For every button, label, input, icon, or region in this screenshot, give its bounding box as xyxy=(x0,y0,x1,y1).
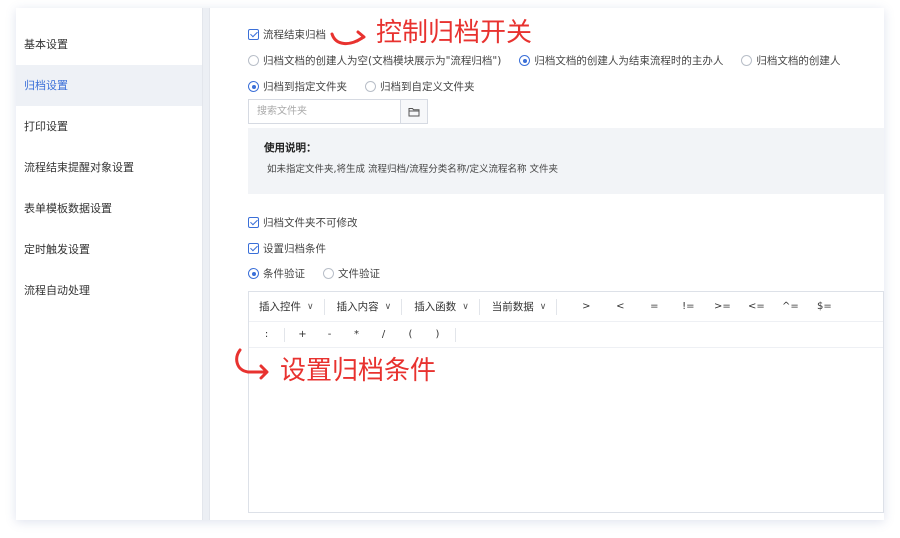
radio-icon xyxy=(741,55,753,66)
checkbox-icon xyxy=(248,243,259,254)
folder-option-custom[interactable]: 归档到自定义文件夹 xyxy=(365,79,475,94)
curved-arrow-icon xyxy=(330,30,366,45)
verify-option-file-label: 文件验证 xyxy=(338,268,380,280)
operator-open-paren[interactable]: ( xyxy=(397,329,424,340)
operator-eq[interactable]: = xyxy=(637,301,671,312)
operator-minus[interactable]: - xyxy=(316,329,343,340)
folder-search xyxy=(248,99,428,124)
folder-search-input[interactable] xyxy=(248,99,400,124)
editor-toolbar-secondary: : + - * / ( ) xyxy=(249,322,883,348)
operator-lt[interactable]: < xyxy=(603,301,637,312)
sidebar-item-timed-trigger[interactable]: 定时触发设置 xyxy=(16,229,202,270)
end-archive-checkbox[interactable]: 流程结束归档 xyxy=(248,27,326,42)
radio-icon xyxy=(519,55,531,66)
condition-editor: 插入控件 ∨ 插入内容 ∨ 插入函数 ∨ 当前数据 ∨ > < = != >= … xyxy=(248,291,884,513)
archive-condition-label: 设置归档条件 xyxy=(263,243,326,255)
insert-function-label: 插入函数 xyxy=(414,301,457,313)
panel-divider xyxy=(202,8,210,520)
sidebar-item-archive[interactable]: 归档设置 xyxy=(16,65,202,106)
archive-condition-row: 设置归档条件 xyxy=(248,241,344,256)
sidebar-item-form-template-data[interactable]: 表单模板数据设置 xyxy=(16,188,202,229)
insert-content-label: 插入内容 xyxy=(336,301,379,313)
insert-function-dropdown[interactable]: 插入函数 ∨ xyxy=(414,298,480,315)
radio-icon xyxy=(248,55,259,66)
operator-multiply[interactable]: * xyxy=(343,329,370,340)
toolbar-separator xyxy=(284,327,285,342)
folder-option-specified-label: 归档到指定文件夹 xyxy=(263,81,347,93)
usage-title: 使用说明： xyxy=(264,142,317,154)
annotation-archive-switch: 控制归档开关 xyxy=(376,18,533,48)
chevron-down-icon: ∨ xyxy=(384,301,392,312)
creator-option-empty[interactable]: 归档文档的创建人为空(文档模块展示为"流程归档") xyxy=(248,53,501,68)
archive-condition-checkbox[interactable]: 设置归档条件 xyxy=(248,241,326,256)
operator-colon[interactable]: : xyxy=(253,329,280,340)
folder-icon xyxy=(408,107,420,116)
verify-option-file[interactable]: 文件验证 xyxy=(323,266,380,281)
radio-icon xyxy=(365,81,376,92)
insert-control-label: 插入控件 xyxy=(259,301,301,313)
sidebar-item-auto-process[interactable]: 流程自动处理 xyxy=(16,270,202,311)
folder-locked-label: 归档文件夹不可修改 xyxy=(263,217,358,229)
sidebar-item-basic[interactable]: 基本设置 xyxy=(16,24,202,65)
usage-description: 如未指定文件夹,将生成 流程归档/流程分类名称/定义流程名称 文件夹 xyxy=(267,164,558,175)
creator-option-host[interactable]: 归档文档的创建人为结束流程时的主办人 xyxy=(519,53,723,68)
folder-locked-checkbox[interactable]: 归档文件夹不可修改 xyxy=(248,215,358,230)
operator-divide[interactable]: / xyxy=(370,329,397,340)
radio-icon xyxy=(248,81,259,92)
operator-starts-with[interactable]: ^= xyxy=(773,301,807,312)
verify-option-condition-label: 条件验证 xyxy=(263,268,305,280)
operator-ends-with[interactable]: $= xyxy=(807,301,841,312)
verify-option-condition[interactable]: 条件验证 xyxy=(248,266,305,281)
main-panel: 流程结束归档 归档文档的创建人为空(文档模块展示为"流程归档") 归档文档的创建… xyxy=(210,8,884,520)
creator-option-creator-label: 归档文档的创建人 xyxy=(756,55,841,67)
hook-arrow-icon xyxy=(235,348,269,380)
checkbox-icon xyxy=(248,29,259,40)
folder-locked-row: 归档文件夹不可修改 xyxy=(248,215,376,230)
operator-neq[interactable]: != xyxy=(671,301,705,312)
folder-option-custom-label: 归档到自定义文件夹 xyxy=(380,81,475,93)
operator-lte[interactable]: <= xyxy=(739,301,773,312)
chevron-down-icon: ∨ xyxy=(539,301,547,312)
creator-option-creator[interactable]: 归档文档的创建人 xyxy=(741,53,840,68)
checkbox-icon xyxy=(248,217,259,228)
radio-icon xyxy=(248,268,259,279)
folder-browse-button[interactable] xyxy=(400,99,428,124)
sidebar-item-end-reminder[interactable]: 流程结束提醒对象设置 xyxy=(16,147,202,188)
operator-gt[interactable]: > xyxy=(569,301,603,312)
chevron-down-icon: ∨ xyxy=(307,301,314,312)
creator-option-host-label: 归档文档的创建人为结束流程时的主办人 xyxy=(534,55,724,67)
creator-option-empty-label: 归档文档的创建人为空(文档模块展示为"流程归档") xyxy=(263,55,502,67)
operator-gte[interactable]: >= xyxy=(705,301,739,312)
folder-option-specified[interactable]: 归档到指定文件夹 xyxy=(248,79,347,94)
creator-options-row: 归档文档的创建人为空(文档模块展示为"流程归档") 归档文档的创建人为结束流程时… xyxy=(248,53,858,68)
insert-content-dropdown[interactable]: 插入内容 ∨ xyxy=(336,298,403,315)
editor-toolbar: 插入控件 ∨ 插入内容 ∨ 插入函数 ∨ 当前数据 ∨ > < = != >= … xyxy=(249,292,883,322)
current-data-dropdown[interactable]: 当前数据 ∨ xyxy=(491,298,558,315)
toolbar-separator xyxy=(455,327,456,342)
sidebar: 基本设置 归档设置 打印设置 流程结束提醒对象设置 表单模板数据设置 定时触发设… xyxy=(16,8,202,520)
usage-note: 使用说明： 如未指定文件夹,将生成 流程归档/流程分类名称/定义流程名称 文件夹 xyxy=(248,128,884,194)
end-archive-label: 流程结束归档 xyxy=(263,29,326,41)
annotation-archive-condition: 设置归档条件 xyxy=(280,356,437,386)
operator-close-paren[interactable]: ) xyxy=(424,329,451,340)
settings-window: 基本设置 归档设置 打印设置 流程结束提醒对象设置 表单模板数据设置 定时触发设… xyxy=(16,8,884,520)
chevron-down-icon: ∨ xyxy=(462,301,469,312)
sidebar-item-print[interactable]: 打印设置 xyxy=(16,106,202,147)
operator-plus[interactable]: + xyxy=(289,329,316,340)
current-data-label: 当前数据 xyxy=(491,301,534,313)
verify-options-row: 条件验证 文件验证 xyxy=(248,266,398,281)
radio-icon xyxy=(323,268,334,279)
folder-options-row: 归档到指定文件夹 归档到自定义文件夹 xyxy=(248,79,493,94)
insert-control-dropdown[interactable]: 插入控件 ∨ xyxy=(259,298,325,315)
